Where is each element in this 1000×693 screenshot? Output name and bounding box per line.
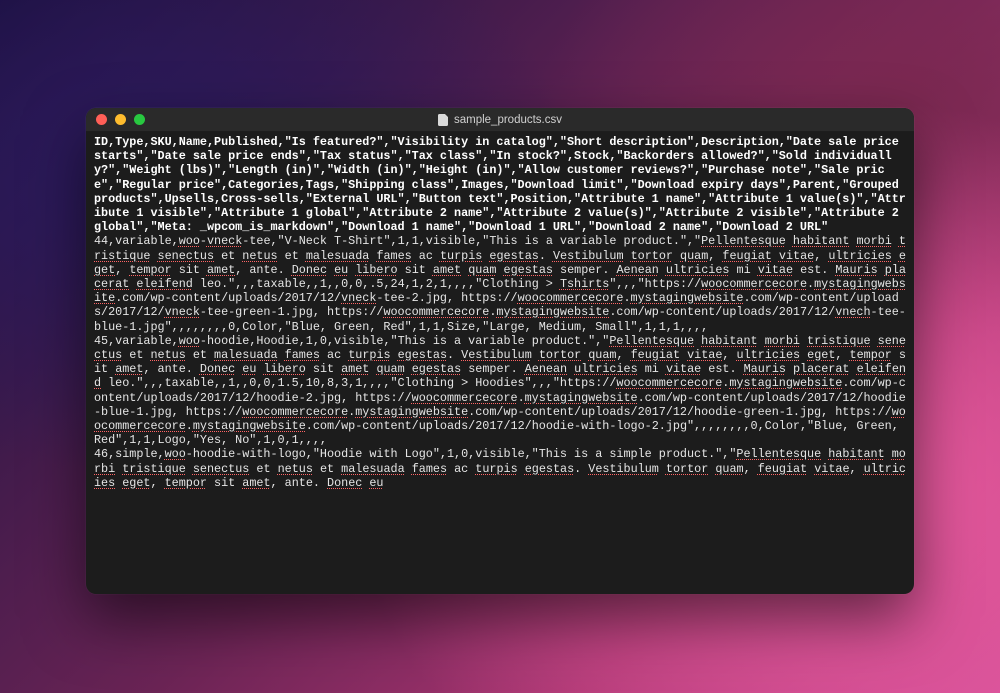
text-editor-window: sample_products.csv ID,Type,SKU,Name,Pub…	[86, 108, 914, 594]
close-button[interactable]	[96, 114, 107, 125]
title-wrap: sample_products.csv	[86, 114, 914, 126]
file-content[interactable]: ID,Type,SKU,Name,Published,"Is featured?…	[86, 132, 914, 594]
document-icon	[438, 114, 448, 126]
zoom-button[interactable]	[134, 114, 145, 125]
window-title: sample_products.csv	[454, 114, 562, 126]
traffic-lights	[86, 114, 145, 125]
window-titlebar[interactable]: sample_products.csv	[86, 108, 914, 132]
minimize-button[interactable]	[115, 114, 126, 125]
